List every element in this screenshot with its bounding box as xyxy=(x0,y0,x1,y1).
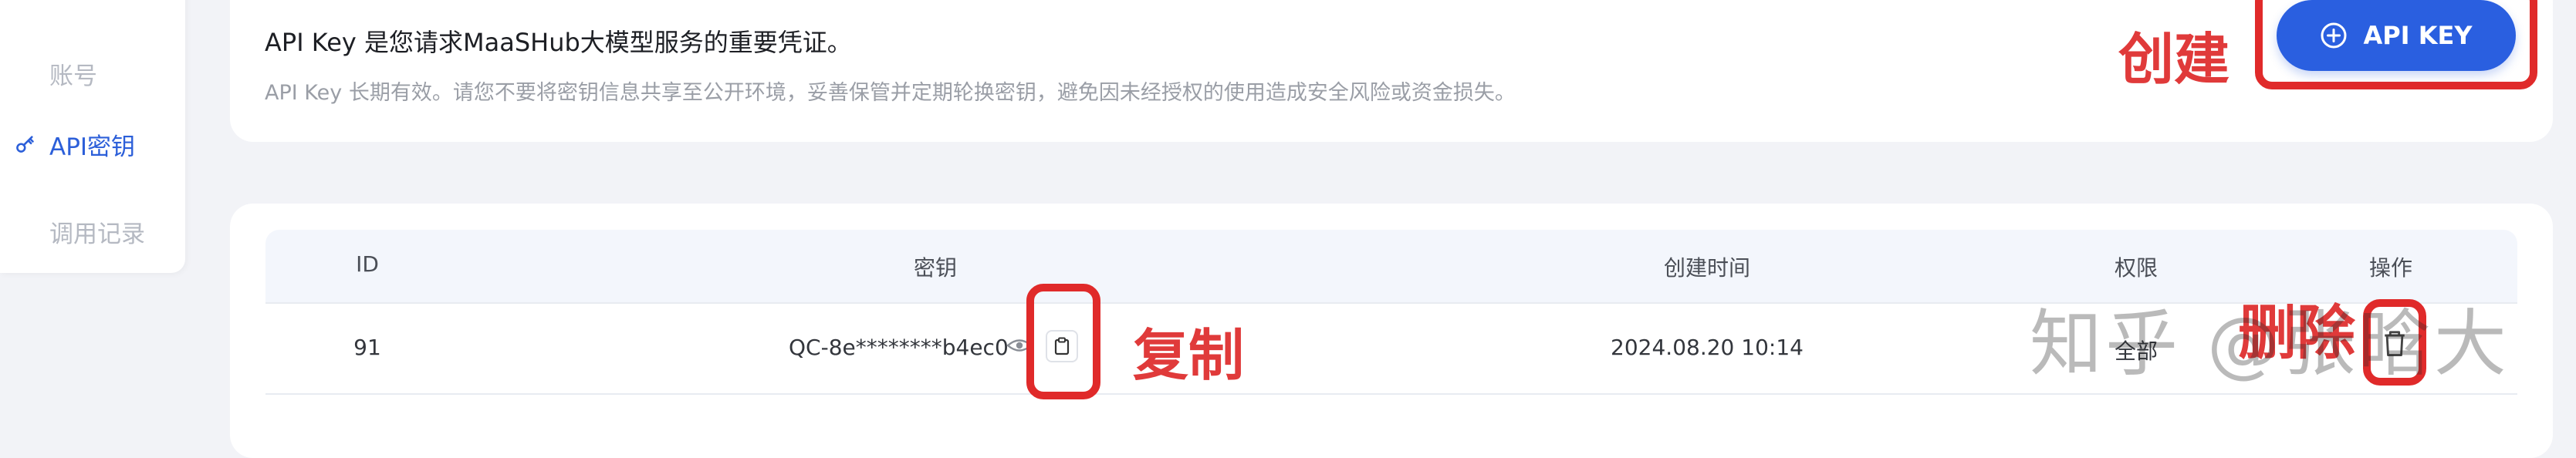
column-header-permission: 权限 xyxy=(2114,255,2158,281)
sidebar-item-account[interactable]: 账号 xyxy=(0,50,185,96)
cell-created-time: 2024.08.20 10:14 xyxy=(1611,335,1804,360)
copy-highlight-box xyxy=(1026,284,1100,399)
cell-key: QC-8e********b4ec0 xyxy=(789,335,1009,360)
plus-circle-icon xyxy=(2321,22,2347,49)
sidebar-item-label: 调用记录 xyxy=(49,220,145,248)
column-header-key: 密钥 xyxy=(913,255,958,281)
create-annotation: 创建 xyxy=(2118,27,2230,92)
column-header-created: 创建时间 xyxy=(1663,255,1751,281)
cell-id: 91 xyxy=(353,335,381,360)
key-icon xyxy=(16,136,34,153)
api-key-description: API Key 是您请求MaaSHub大模型服务的重要凭证。 xyxy=(265,28,852,57)
sidebar-item-call-log[interactable]: 调用记录 xyxy=(0,208,185,254)
sidebar-item-label: 账号 xyxy=(49,62,97,90)
copy-annotation: 复制 xyxy=(1133,323,1245,388)
sidebar: 账号 API密钥 调用记录 xyxy=(0,0,185,273)
watermark: 知乎 @张晗大 xyxy=(2030,302,2510,386)
column-header-actions: 操作 xyxy=(2368,255,2413,281)
create-api-key-button[interactable]: API KEY xyxy=(2277,0,2516,71)
column-header-id: ID xyxy=(356,251,379,277)
api-key-notice: API Key 长期有效。请您不要将密钥信息共享至公开环境，妥善保管并定期轮换密… xyxy=(265,81,1516,105)
sidebar-item-api-keys[interactable]: API密钥 xyxy=(0,121,185,167)
sidebar-item-label: API密钥 xyxy=(49,133,136,161)
create-api-key-label: API KEY xyxy=(2363,21,2473,50)
